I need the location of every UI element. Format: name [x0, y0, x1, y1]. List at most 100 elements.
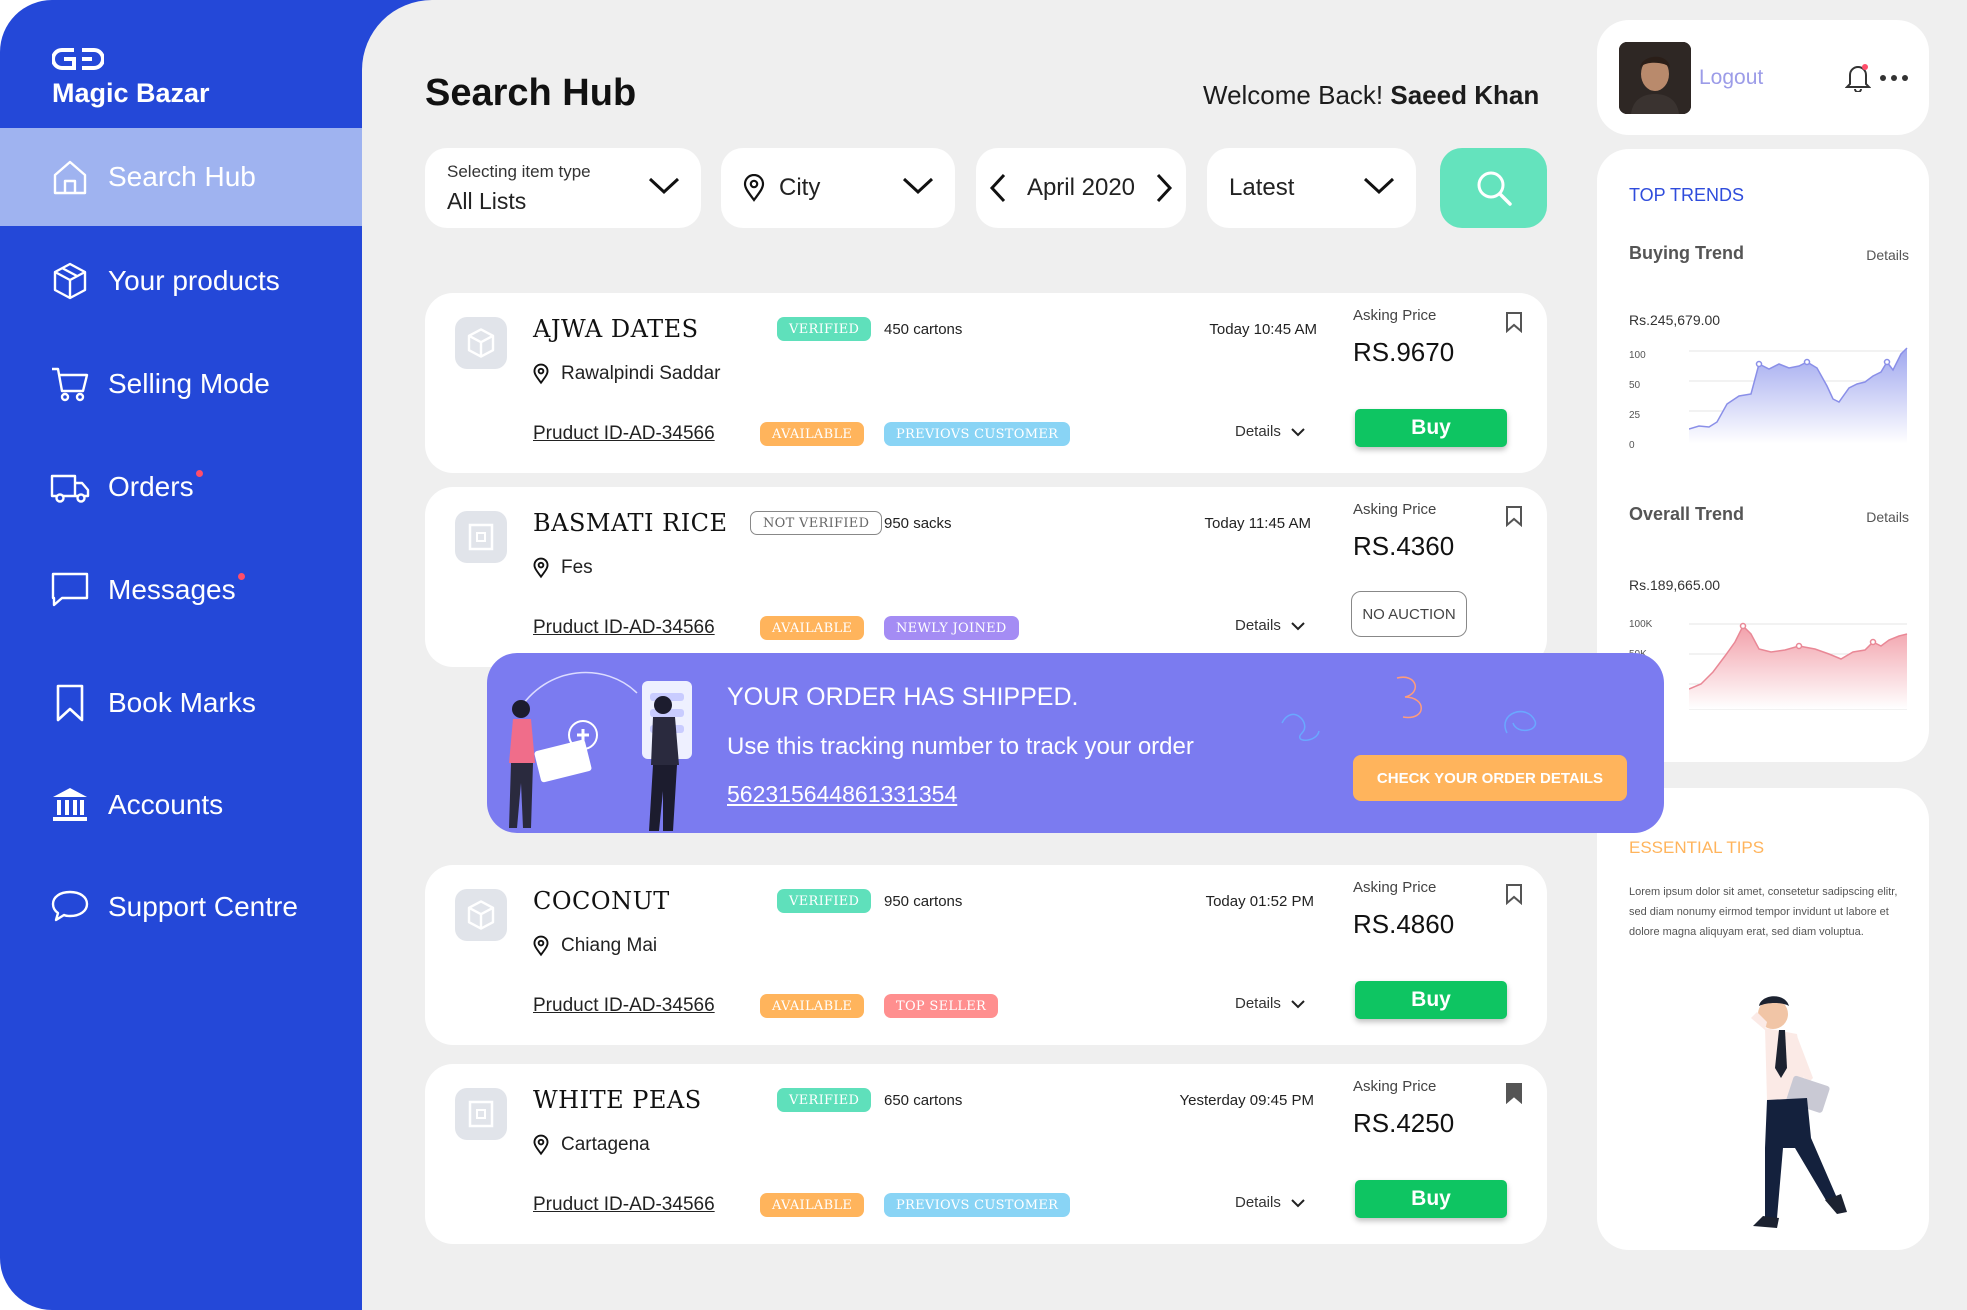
buy-button[interactable]: Buy	[1355, 981, 1507, 1019]
asking-price-label: Asking Price	[1353, 879, 1437, 896]
city-select[interactable]: City	[721, 148, 955, 228]
brand: Magic Bazar	[52, 46, 210, 109]
timestamp: Today 10:45 AM	[1209, 321, 1317, 338]
sidebar-item-your-products[interactable]: Your products	[0, 232, 362, 330]
sidebar-item-support-centre[interactable]: Support Centre	[0, 858, 362, 956]
sidebar-item-messages[interactable]: Messages	[0, 541, 362, 639]
city-value: City	[779, 174, 821, 201]
bell-icon[interactable]	[1845, 62, 1871, 92]
month-value: April 2020	[1026, 174, 1136, 201]
quantity: 650 cartons	[884, 1092, 963, 1109]
quantity: 950 sacks	[884, 515, 952, 532]
sidebar-item-label: Selling Mode	[108, 368, 270, 399]
sort-select[interactable]: Latest	[1207, 148, 1416, 228]
search-button[interactable]	[1440, 148, 1547, 228]
chevron-left-icon[interactable]	[988, 172, 1008, 204]
shipping-illustration	[509, 671, 692, 831]
sidebar-item-label: Search Hub	[108, 161, 256, 192]
product-name: WHITE PEAS	[533, 1086, 702, 1114]
y-tick: 100K	[1629, 619, 1653, 630]
chevron-down-icon	[902, 177, 934, 195]
user-name: Saeed Khan	[1390, 80, 1540, 110]
chevron-down-icon	[1291, 621, 1305, 630]
asking-price-label: Asking Price	[1353, 1078, 1437, 1095]
bookmark-filled-icon[interactable]	[1505, 1082, 1523, 1104]
listing-card: AJWA DATES VERIFIED 450 cartons Today 10…	[425, 293, 1547, 473]
trends-title: TOP TRENDS	[1629, 185, 1745, 205]
tips-text: Lorem ipsum dolor sit amet, consetetur s…	[1629, 886, 1898, 938]
product-id-link[interactable]: Pruduct ID-AD-34566	[533, 995, 715, 1017]
product-thumbnail	[455, 317, 507, 369]
item-type-select[interactable]: Selecting item type All Lists	[425, 148, 701, 228]
chevron-right-icon[interactable]	[1154, 172, 1174, 204]
listing-card: COCONUT VERIFIED 950 cartons Today 01:52…	[425, 865, 1547, 1045]
buy-button[interactable]: Buy	[1355, 409, 1507, 447]
welcome-prefix: Welcome Back!	[1203, 80, 1384, 110]
sidebar-item-book-marks[interactable]: Book Marks	[0, 654, 362, 752]
details-toggle[interactable]: Details	[1235, 995, 1305, 1012]
sidebar-item-search-hub[interactable]: Search Hub	[0, 128, 362, 226]
bookmark-icon	[56, 684, 84, 722]
product-name: COCONUT	[533, 887, 670, 915]
bookmark-icon[interactable]	[1505, 311, 1523, 333]
status-badge: VERIFIED	[777, 889, 872, 913]
businessman-illustration	[1751, 996, 1847, 1228]
location-pin-icon	[743, 174, 765, 202]
chevron-down-icon	[1363, 177, 1395, 195]
availability-badge: AVAILABLE	[760, 994, 865, 1018]
product-thumbnail	[455, 1088, 507, 1140]
product-id-link[interactable]: Pruduct ID-AD-34566	[533, 423, 715, 445]
product-id-link[interactable]: Pruduct ID-AD-34566	[533, 617, 715, 639]
product-id-link[interactable]: Pruduct ID-AD-34566	[533, 1194, 715, 1216]
asking-price-label: Asking Price	[1353, 501, 1437, 518]
buy-button[interactable]: Buy	[1355, 1180, 1507, 1218]
price: RS.9670	[1353, 337, 1455, 367]
location-text: Cartagena	[561, 1134, 650, 1155]
bank-icon	[53, 788, 87, 821]
sidebar-item-label: Accounts	[108, 789, 224, 820]
sidebar-item-label: Orders	[108, 471, 194, 502]
details-toggle[interactable]: Details	[1235, 423, 1305, 440]
location-pin-icon	[533, 935, 549, 957]
details-toggle[interactable]: Details	[1235, 617, 1305, 634]
shipping-notification: YOUR ORDER HAS SHIPPED. Use this trackin…	[487, 653, 1664, 833]
product-name: AJWA DATES	[533, 315, 699, 343]
sidebar-item-accounts[interactable]: Accounts	[0, 756, 362, 854]
no-auction-button[interactable]: NO AUCTION	[1351, 591, 1467, 637]
profile-card: Logout	[1597, 20, 1929, 135]
timestamp: Today 01:52 PM	[1205, 893, 1314, 910]
y-tick: 50	[1629, 380, 1641, 391]
bookmark-icon[interactable]	[1505, 505, 1523, 527]
details-label: Details	[1235, 617, 1281, 634]
sidebar-item-label: Your products	[108, 265, 280, 296]
notification-dot	[195, 470, 203, 477]
cart-icon	[52, 367, 89, 402]
more-options-icon[interactable]	[1879, 73, 1909, 83]
image-placeholder-icon	[468, 1100, 494, 1128]
status-badge: NOT VERIFIED	[750, 511, 883, 535]
location: Rawalpindi Saddar	[533, 363, 721, 385]
chevron-down-icon	[1291, 427, 1305, 436]
app: { "brand": {"name": "Magic Bazar"}, "sid…	[0, 0, 1967, 1310]
availability-badge: AVAILABLE	[760, 1193, 865, 1217]
logout-link[interactable]: Logout	[1699, 66, 1763, 90]
availability-badge: AVAILABLE	[760, 422, 865, 446]
buying-trend-details[interactable]: Details	[1866, 247, 1909, 263]
quantity: 450 cartons	[884, 321, 963, 338]
tag-badge: NEWLY JOINED	[884, 616, 1019, 640]
buying-trend-label: Buying Trend	[1629, 243, 1745, 263]
product-thumbnail	[455, 511, 507, 563]
sidebar-item-orders[interactable]: Orders	[0, 438, 362, 536]
sidebar-item-selling-mode[interactable]: Selling Mode	[0, 335, 362, 433]
brand-name: Magic Bazar	[52, 78, 210, 108]
overall-trend-details[interactable]: Details	[1866, 509, 1909, 525]
details-label: Details	[1235, 995, 1281, 1012]
avatar[interactable]	[1619, 42, 1691, 114]
tracking-number-link[interactable]: 562315644861331354	[727, 781, 957, 808]
y-tick: 0	[1629, 440, 1635, 451]
details-label: Details	[1235, 423, 1281, 440]
sidebar-item-label: Messages	[108, 574, 236, 605]
check-order-details-button[interactable]: CHECK YOUR ORDER DETAILS	[1353, 755, 1627, 801]
bookmark-icon[interactable]	[1505, 883, 1523, 905]
details-toggle[interactable]: Details	[1235, 1194, 1305, 1211]
